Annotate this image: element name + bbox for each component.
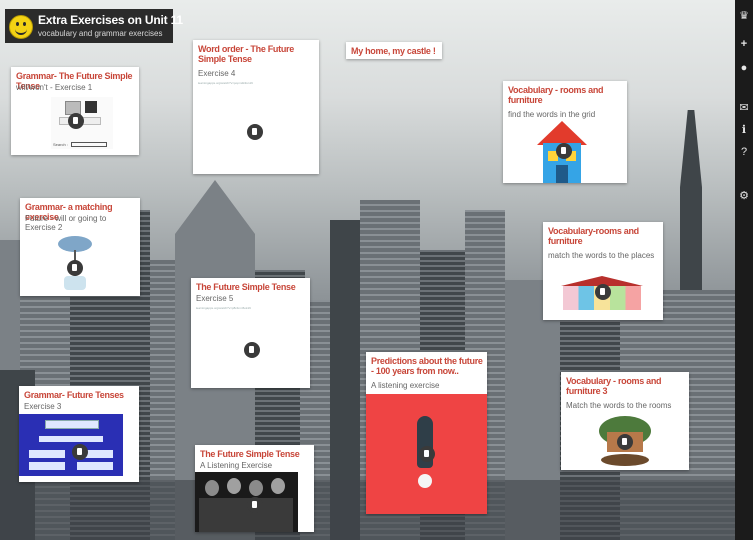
post-grammar-matching[interactable]: Grammar- a matching exercise Future - wi…	[20, 198, 140, 296]
post-title: Word order - The Future Simple Tense	[198, 44, 294, 64]
post-subtitle: will/won't - Exercise 1	[16, 83, 93, 92]
document-icon	[244, 342, 260, 358]
post-subtitle: Match the words to the rooms	[566, 401, 672, 410]
post-subtitle: Exercise 4	[198, 69, 236, 78]
smiley-icon	[9, 15, 33, 39]
post-subtitle: find the words in the grid	[508, 110, 596, 119]
post-future-simple-listening[interactable]: The Future Simple Tense A Listening Exer…	[195, 445, 314, 532]
post-title: The Future Simple Tense	[200, 449, 300, 459]
document-icon	[68, 113, 84, 129]
plus-icon[interactable]: +	[738, 38, 750, 50]
info-icon[interactable]: ℹ	[738, 124, 750, 136]
post-link[interactable]: learningapps.org/watch?v=p8c4mn5ok19	[196, 307, 251, 310]
post-grammar-future-tenses[interactable]: Grammar- Future Tenses Exercise 3	[19, 386, 139, 482]
crown-icon[interactable]: ♛	[738, 10, 750, 22]
post-vocabulary-rooms-3[interactable]: Vocabulary - rooms and furniture 3 Match…	[561, 372, 689, 470]
post-title: Vocabulary - rooms and furniture 3	[566, 376, 662, 396]
user-icon[interactable]: ●	[738, 62, 750, 74]
document-icon	[247, 497, 263, 513]
game-board-picture	[19, 414, 123, 476]
post-link[interactable]: learningapps.org/watch?v=popm2k3sn19	[198, 82, 253, 85]
document-icon	[67, 260, 83, 276]
post-future-simple-exercise-5[interactable]: The Future Simple Tense Exercise 5 learn…	[191, 278, 310, 388]
post-title: Vocabulary-rooms and furniture	[548, 226, 639, 246]
post-title: The Future Simple Tense	[196, 282, 296, 292]
post-subtitle: match the words to the places	[548, 251, 655, 260]
board-header: Extra Exercises on Unit 11 vocabulary an…	[5, 9, 183, 43]
post-title: Grammar- Future Tenses	[24, 390, 124, 400]
document-icon	[617, 434, 633, 450]
post-my-home-castle[interactable]: My home, my castle !	[346, 42, 442, 59]
post-subtitle: Exercise 3	[24, 402, 62, 411]
mail-icon[interactable]: ✉	[738, 102, 750, 114]
right-sidebar: ♛ + ● ✉ ℹ ? ⚙	[735, 0, 753, 540]
post-subtitle: Exercise 5	[196, 294, 234, 303]
document-icon	[595, 284, 611, 300]
gear-icon[interactable]: ⚙	[738, 190, 750, 202]
post-subtitle: Future - will or going to Exercise 2	[25, 214, 107, 232]
post-grammar-future-simple[interactable]: Grammar- The Future Simple Tense will/wo…	[11, 67, 139, 155]
post-word-order[interactable]: Word order - The Future Simple Tense Exe…	[193, 40, 319, 174]
post-title: Predictions about the future - 100 years…	[371, 356, 483, 376]
document-icon	[419, 446, 435, 462]
document-icon	[72, 444, 88, 460]
post-title: My home, my castle !	[351, 46, 436, 56]
document-icon	[556, 143, 572, 159]
post-subtitle: A Listening Exercise	[200, 461, 273, 470]
post-vocabulary-rooms-places[interactable]: Vocabulary-rooms and furniture match the…	[543, 222, 663, 320]
board-subtitle: vocabulary and grammar exercises	[38, 29, 163, 38]
thumb-search-label: Search :	[53, 142, 68, 147]
post-vocabulary-rooms-grid[interactable]: Vocabulary - rooms and furniture find th…	[503, 81, 627, 183]
post-subtitle: A listening exercise	[371, 381, 440, 390]
document-icon	[247, 124, 263, 140]
post-title: Vocabulary - rooms and furniture	[508, 85, 604, 105]
post-predictions-future[interactable]: Predictions about the future - 100 years…	[366, 352, 487, 514]
help-icon[interactable]: ?	[738, 146, 750, 158]
board-title: Extra Exercises on Unit 11	[38, 13, 183, 27]
